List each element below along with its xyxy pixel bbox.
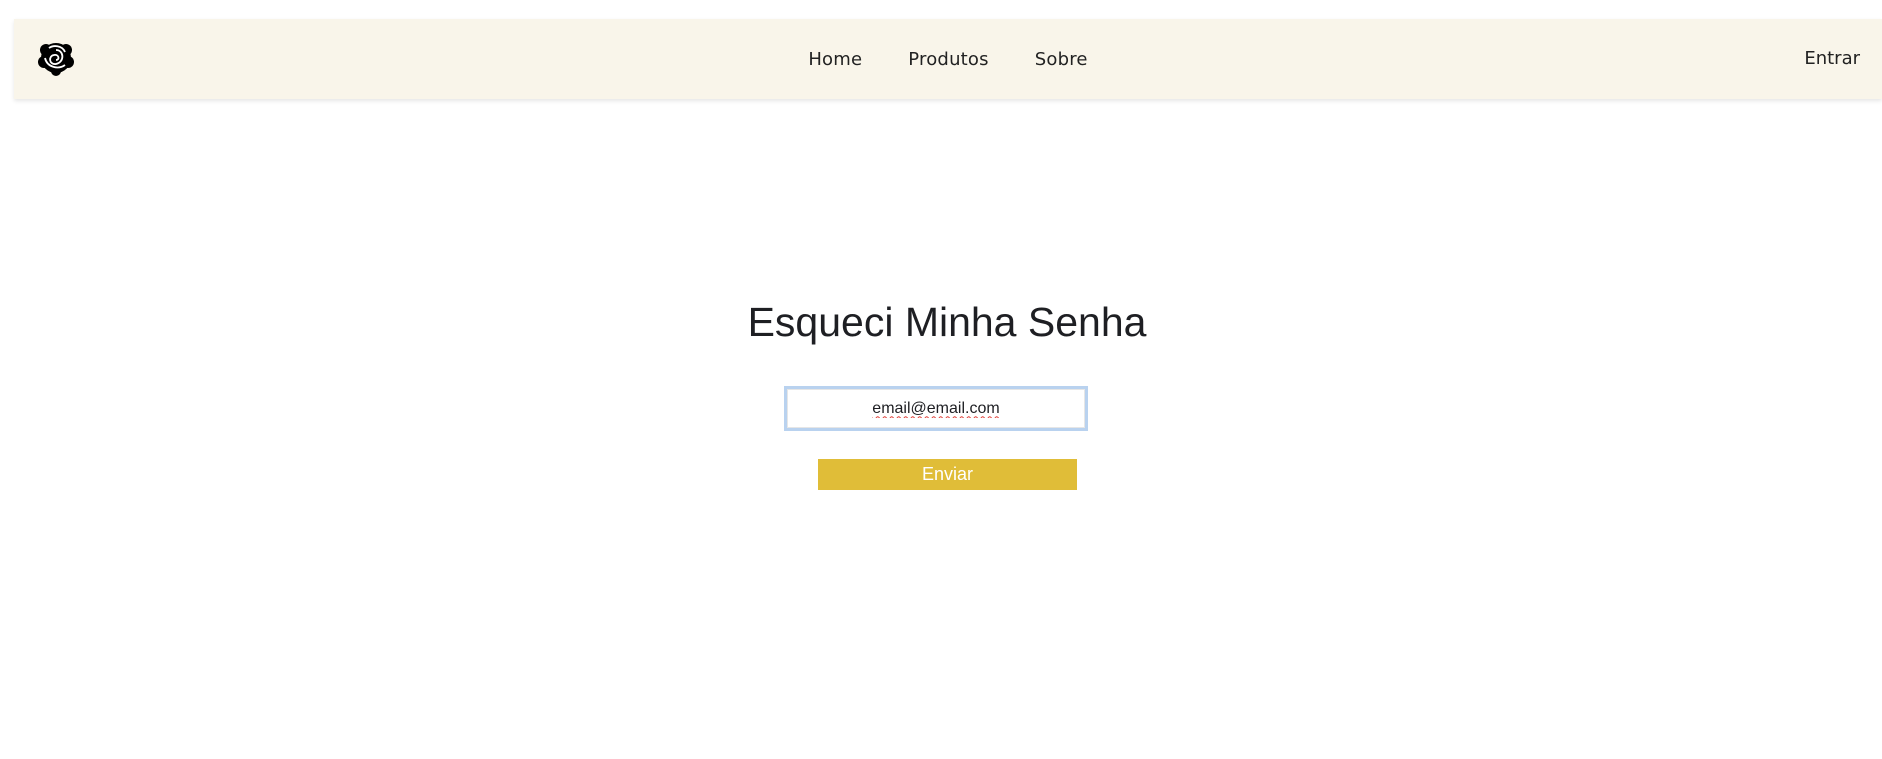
- page-title: Esqueci Minha Senha: [747, 299, 1147, 345]
- nav-link-home[interactable]: Home: [808, 49, 862, 70]
- email-input[interactable]: [784, 386, 1088, 431]
- rose-logo-icon[interactable]: [38, 40, 74, 76]
- login-link[interactable]: Entrar: [1804, 19, 1860, 99]
- nav-link-produtos[interactable]: Produtos: [908, 49, 988, 70]
- top-navbar: Home Produtos Sobre Entrar: [14, 19, 1882, 99]
- send-button[interactable]: Enviar: [818, 459, 1077, 490]
- forgot-password-section: Esqueci Minha Senha Enviar: [0, 99, 1882, 759]
- nav-link-sobre[interactable]: Sobre: [1035, 49, 1088, 70]
- main-nav: Home Produtos Sobre: [14, 19, 1882, 99]
